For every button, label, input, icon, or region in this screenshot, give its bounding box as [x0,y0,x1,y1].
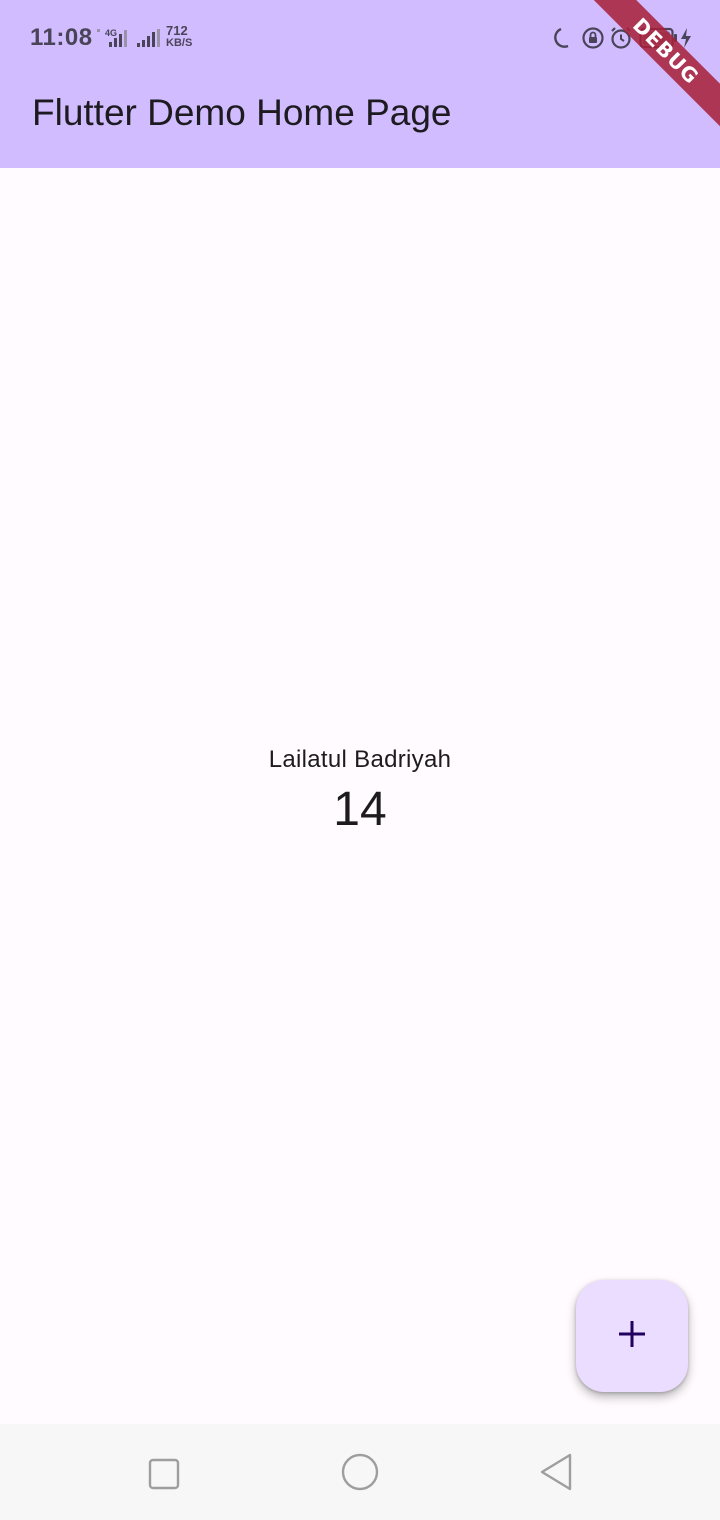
network-speed-unit: KB/S [166,37,193,49]
home-button[interactable] [340,1452,380,1497]
status-bar: 11:08 4G 712 KB/S [0,0,720,76]
increment-button[interactable] [576,1280,688,1392]
network-speed: 712 KB/S [166,23,193,49]
home-circle-icon [341,1453,379,1491]
plus-icon [616,1318,648,1355]
network-speed-value: 712 [166,23,188,38]
recents-square-icon [148,1458,180,1490]
signal-4g-icon: 4G [97,27,131,54]
counter-value: 14 [333,783,387,836]
battery-icon [639,27,679,54]
page-title: Flutter Demo Home Page [32,92,452,133]
rotation-lock-icon [581,26,605,55]
signal-icon [136,29,162,54]
recents-button[interactable] [146,1456,182,1497]
network-type-label: 4G [105,28,117,38]
moon-icon [552,26,576,55]
system-navigation-bar [0,1424,720,1520]
main-content: Lailatul Badriyah 14 [0,168,720,1424]
back-button[interactable] [536,1452,576,1497]
app-bar: Flutter Demo Home Page [0,76,720,168]
status-time: 11:08 [30,24,93,51]
name-label: Lailatul Badriyah [268,746,452,773]
back-triangle-icon [540,1453,572,1491]
alarm-icon [609,26,633,55]
charging-icon [680,28,692,53]
